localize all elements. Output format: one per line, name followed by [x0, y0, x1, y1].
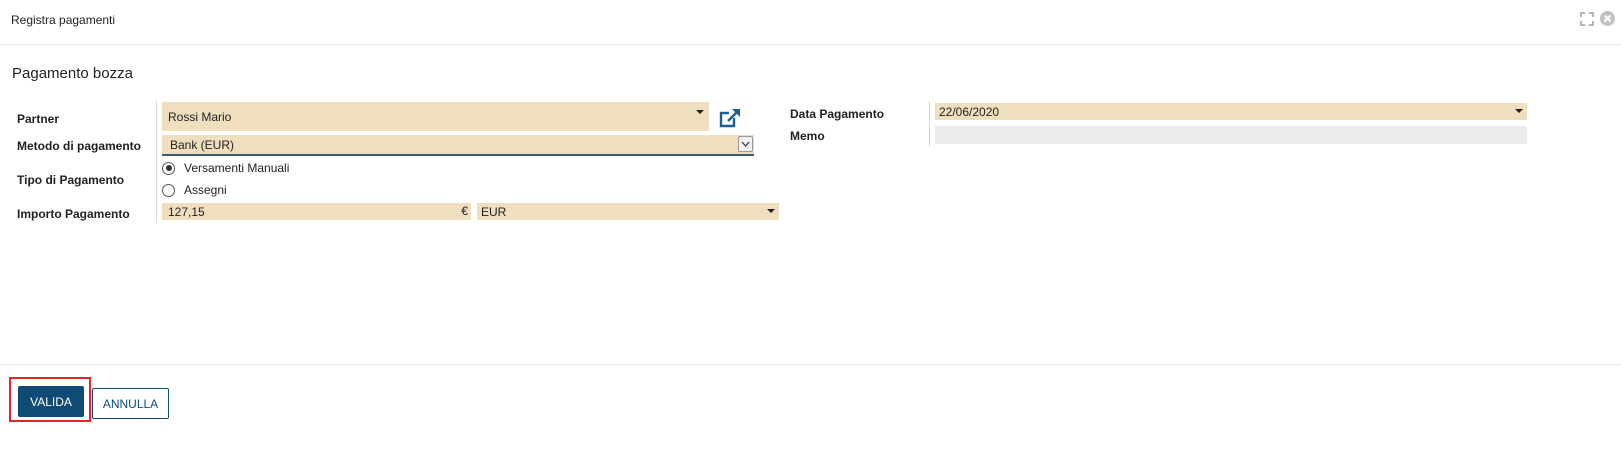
dialog-header: Registra pagamenti [0, 0, 1621, 45]
amount-value: 127,15 [168, 204, 205, 219]
chevron-down-icon [741, 141, 750, 147]
radio-assegni[interactable]: Assegni [162, 183, 227, 197]
currency-field[interactable]: EUR [477, 203, 779, 220]
chevron-down-icon[interactable] [1515, 109, 1523, 113]
memo-label: Memo [790, 129, 825, 143]
partner-label: Partner [17, 112, 60, 126]
currency-symbol: € [461, 204, 468, 218]
form-subtitle: Pagamento bozza [12, 65, 133, 82]
payment-method-label: Metodo di pagamento [17, 139, 141, 153]
memo-input[interactable] [935, 126, 1527, 144]
radio-button[interactable] [162, 183, 175, 197]
chevron-down-icon[interactable] [696, 110, 704, 114]
select-dropdown-button[interactable] [738, 136, 753, 152]
dialog-title: Registra pagamenti [11, 13, 116, 27]
amount-label: Importo Pagamento [17, 207, 130, 221]
payment-type-label: Tipo di Pagamento [17, 173, 125, 187]
close-icon[interactable] [1600, 11, 1615, 26]
validate-button[interactable]: VALIDA [18, 386, 84, 417]
external-link-icon[interactable] [718, 107, 742, 129]
payment-method-select[interactable]: Bank (EUR) [162, 135, 754, 156]
radio-label: Versamenti Manuali [184, 161, 290, 175]
payment-date-value: 22/06/2020 [939, 104, 1000, 119]
chevron-down-icon[interactable] [767, 209, 775, 213]
right-column-divider [929, 101, 930, 147]
payment-date-field[interactable]: 22/06/2020 [935, 103, 1527, 120]
left-column-divider [156, 101, 157, 223]
radio-label: Assegni [184, 183, 227, 197]
partner-value: Rossi Mario [168, 109, 232, 124]
footer-divider [0, 364, 1621, 365]
payment-method-value: Bank (EUR) [170, 138, 235, 152]
partner-field[interactable]: Rossi Mario [162, 102, 709, 131]
radio-versamenti-manuali[interactable]: Versamenti Manuali [162, 161, 289, 175]
expand-icon[interactable] [1580, 11, 1594, 26]
currency-value: EUR [481, 204, 507, 219]
amount-field[interactable]: 127,15 € [162, 203, 471, 220]
cancel-button[interactable]: ANNULLA [92, 388, 169, 419]
window-controls [1580, 11, 1615, 26]
payment-date-label: Data Pagamento [790, 107, 885, 121]
radio-button-checked[interactable] [162, 161, 175, 175]
